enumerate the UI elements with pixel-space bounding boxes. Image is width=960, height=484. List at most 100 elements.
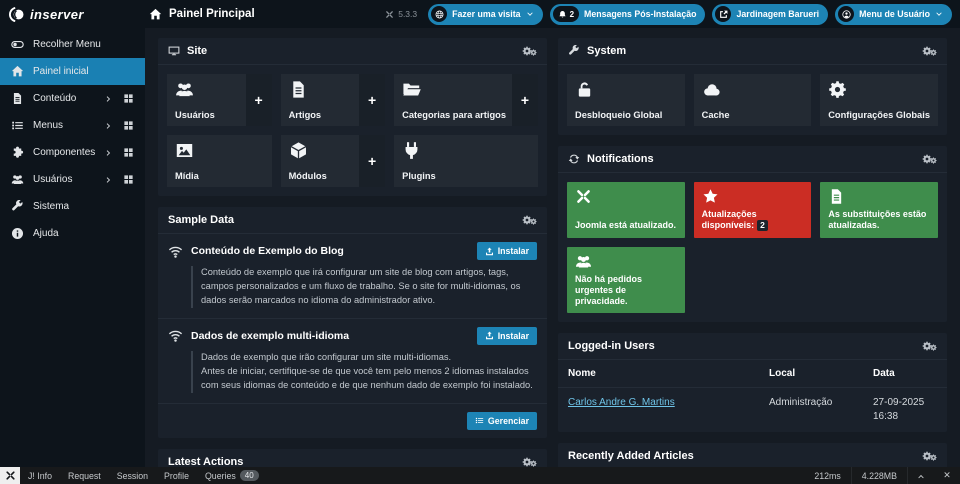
updates-count-badge: 2 bbox=[757, 220, 768, 231]
page-title: Painel Principal bbox=[149, 8, 255, 21]
install-blog-sample-button[interactable]: Instalar bbox=[477, 242, 537, 260]
close-debug-button[interactable]: ✕ bbox=[934, 467, 960, 484]
users-icon bbox=[11, 173, 24, 186]
file-icon bbox=[828, 188, 845, 205]
user-menu-button[interactable]: Menu de Usuário bbox=[835, 4, 952, 25]
sample-data-description: Conteúdo de exemplo que irá configurar u… bbox=[191, 266, 537, 308]
users-icon bbox=[575, 253, 592, 270]
document-icon bbox=[11, 92, 24, 105]
dashboard-grid-icon[interactable] bbox=[123, 93, 134, 104]
card-options-icon[interactable] bbox=[522, 46, 537, 56]
cloud-icon bbox=[702, 80, 721, 99]
main-content: Site Usuários + Artigos + Cat bbox=[145, 28, 960, 467]
card-options-icon[interactable] bbox=[522, 457, 537, 467]
list-icon bbox=[475, 416, 484, 425]
collapse-debug-button[interactable] bbox=[908, 467, 934, 484]
sidebar-item-users[interactable]: Usuários bbox=[0, 166, 145, 193]
debug-tab-request[interactable]: Request bbox=[60, 467, 109, 484]
inserver-logo-icon bbox=[8, 6, 25, 23]
info-icon bbox=[11, 227, 24, 240]
latest-actions-card: Latest Actions Ação Data Usuário andre a… bbox=[158, 449, 547, 467]
dashboard-grid-icon[interactable] bbox=[123, 174, 134, 185]
article-icon bbox=[289, 80, 308, 99]
debug-tab-session[interactable]: Session bbox=[109, 467, 156, 484]
quick-link-categorias[interactable]: Categorias para artigos + bbox=[394, 74, 538, 126]
quick-link-global-checkin[interactable]: Desbloqueio Global bbox=[567, 74, 685, 126]
plus-icon[interactable]: + bbox=[246, 74, 272, 126]
quick-link-plugins[interactable]: Plugins bbox=[394, 135, 538, 187]
list-icon bbox=[11, 119, 24, 132]
users-icon bbox=[175, 80, 194, 99]
sidebar-item-collapse-menu[interactable]: Recolher Menu bbox=[0, 31, 145, 58]
quick-link-usuarios[interactable]: Usuários + bbox=[167, 74, 272, 126]
external-link-icon bbox=[719, 10, 728, 19]
chevron-right-icon bbox=[105, 149, 113, 157]
sidebar-item-components[interactable]: Componentes bbox=[0, 139, 145, 166]
unlock-icon bbox=[575, 80, 594, 99]
system-card: System Desbloqueio Global Cache Configur… bbox=[558, 38, 947, 135]
plus-icon[interactable]: + bbox=[359, 135, 385, 187]
user-icon bbox=[842, 10, 851, 19]
notification-overrides-updated[interactable]: As substituições estão atualizadas. bbox=[820, 182, 938, 238]
joomla-icon bbox=[575, 188, 592, 205]
table-row: Carlos Andre G. Martins Administração 27… bbox=[558, 388, 947, 433]
plus-icon[interactable]: + bbox=[359, 74, 385, 126]
sidebar-item-system[interactable]: Sistema bbox=[0, 193, 145, 220]
dashboard-grid-icon[interactable] bbox=[123, 147, 134, 158]
take-a-tour-button[interactable]: Fazer uma visita bbox=[428, 4, 542, 25]
card-options-icon[interactable] bbox=[922, 341, 937, 351]
joomla-version: 5.3.3 bbox=[385, 9, 417, 19]
notification-privacy-requests[interactable]: Não há pedidos urgentes de privacidade. bbox=[567, 247, 685, 314]
quick-link-artigos[interactable]: Artigos + bbox=[281, 74, 386, 126]
quick-link-cache[interactable]: Cache bbox=[694, 74, 812, 126]
site-card: Site Usuários + Artigos + Cat bbox=[158, 38, 547, 196]
location-cell: Administração bbox=[759, 388, 863, 433]
quick-link-midia[interactable]: Mídia bbox=[167, 135, 272, 187]
debug-bar: J! Info Request Session Profile Queries … bbox=[0, 467, 960, 484]
notifications-card: Notifications Joomla está atualizado. At… bbox=[558, 146, 947, 322]
preview-site-button[interactable]: Jardinagem Barueri bbox=[712, 4, 828, 25]
chevron-right-icon bbox=[105, 122, 113, 130]
debug-tab-info[interactable]: J! Info bbox=[20, 467, 60, 484]
manage-button[interactable]: Gerenciar bbox=[467, 412, 537, 430]
column-header-data: Data bbox=[863, 360, 947, 388]
notification-updates-available[interactable]: Atualizações disponíveis:2 bbox=[694, 182, 812, 238]
quick-link-global-config[interactable]: Configurações Globais bbox=[820, 74, 938, 126]
memory-usage: 4.228MB bbox=[852, 471, 907, 481]
dashboard-grid-icon[interactable] bbox=[123, 120, 134, 131]
user-link[interactable]: Carlos Andre G. Martins bbox=[568, 397, 675, 408]
plug-icon bbox=[402, 141, 421, 160]
chevron-right-icon bbox=[105, 95, 113, 103]
quick-link-modulos[interactable]: Módulos + bbox=[281, 135, 386, 187]
globe-icon bbox=[435, 10, 444, 19]
notification-joomla-updated[interactable]: Joomla está atualizado. bbox=[567, 182, 685, 238]
joomla-debug-icon[interactable] bbox=[0, 467, 20, 484]
sidebar: Recolher Menu Painel inicial Conteúdo Me… bbox=[0, 28, 145, 467]
chevron-down-icon bbox=[935, 10, 943, 18]
sample-data-blog-item: Conteúdo de Exemplo do Blog Instalar Con… bbox=[158, 234, 547, 319]
sync-icon bbox=[568, 153, 580, 165]
sidebar-item-help[interactable]: Ajuda bbox=[0, 220, 145, 247]
toggle-icon bbox=[11, 38, 24, 51]
inserver-logo[interactable]: inserver bbox=[8, 6, 142, 23]
debug-tab-queries[interactable]: Queries 40 bbox=[197, 467, 267, 484]
install-multilang-sample-button[interactable]: Instalar bbox=[477, 327, 537, 345]
messages-count-badge: 2 bbox=[570, 10, 574, 19]
card-options-icon[interactable] bbox=[922, 154, 937, 164]
star-icon bbox=[702, 188, 719, 205]
card-options-icon[interactable] bbox=[922, 46, 937, 56]
gear-icon bbox=[828, 80, 847, 99]
card-options-icon[interactable] bbox=[522, 215, 537, 225]
card-options-icon[interactable] bbox=[922, 451, 937, 461]
cube-icon bbox=[289, 141, 308, 160]
debug-tab-profile[interactable]: Profile bbox=[156, 467, 197, 484]
sidebar-item-home-dashboard[interactable]: Painel inicial bbox=[0, 58, 145, 85]
monitor-icon bbox=[168, 45, 180, 57]
chevron-down-icon bbox=[526, 10, 534, 18]
plus-icon[interactable]: + bbox=[512, 74, 538, 126]
recent-articles-card: Recently Added Articles Nenhum artigo fo… bbox=[558, 443, 947, 467]
post-install-messages-button[interactable]: 2 Mensagens Pós-Instalação bbox=[550, 4, 706, 25]
sidebar-item-menus[interactable]: Menus bbox=[0, 112, 145, 139]
sidebar-item-content[interactable]: Conteúdo bbox=[0, 85, 145, 112]
home-icon bbox=[149, 8, 162, 21]
